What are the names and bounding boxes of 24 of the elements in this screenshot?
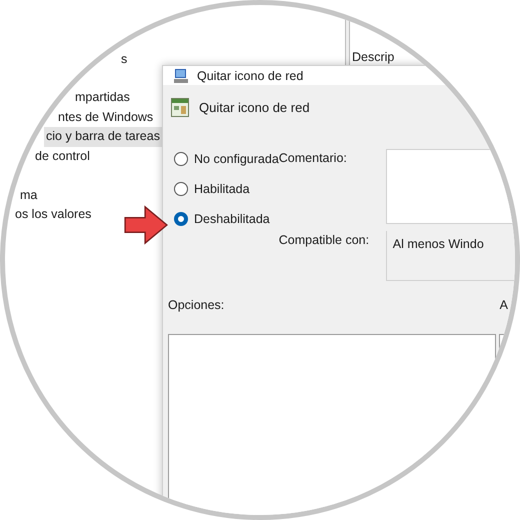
radio-button[interactable]: [174, 182, 188, 196]
settings-window-icon: [171, 98, 189, 116]
tree-item[interactable]: mpartidas: [73, 88, 133, 108]
description-heading: Descrip: [352, 50, 394, 64]
comment-label: Comentario:: [278, 150, 348, 165]
radio-label[interactable]: Deshabilitada: [194, 212, 270, 226]
help-label: A: [500, 297, 508, 312]
radio-button[interactable]: [174, 212, 188, 226]
radio-label[interactable]: Habilitada: [194, 182, 250, 196]
window-title: Quitar icono de red: [197, 68, 304, 82]
tree-item[interactable]: s: [119, 50, 130, 70]
tree-item[interactable]: cio y barra de tareas: [44, 127, 163, 146]
tree-item[interactable]: ma: [18, 186, 40, 205]
network-computer-icon: [173, 68, 189, 84]
tree-item[interactable]: os los valores: [13, 205, 94, 224]
tree-item[interactable]: de control: [33, 146, 93, 166]
radio-button[interactable]: [174, 152, 188, 166]
policy-heading: Quitar icono de red: [199, 100, 310, 114]
compatible-field: Al menos Windo: [386, 231, 515, 281]
arrow-icon: [123, 205, 169, 245]
options-label: Opciones:: [168, 297, 226, 312]
tree-item[interactable]: ntes de Windows: [56, 108, 156, 127]
compatible-label: Compatible con:: [278, 232, 370, 249]
radio-label[interactable]: No configurada: [194, 152, 279, 166]
